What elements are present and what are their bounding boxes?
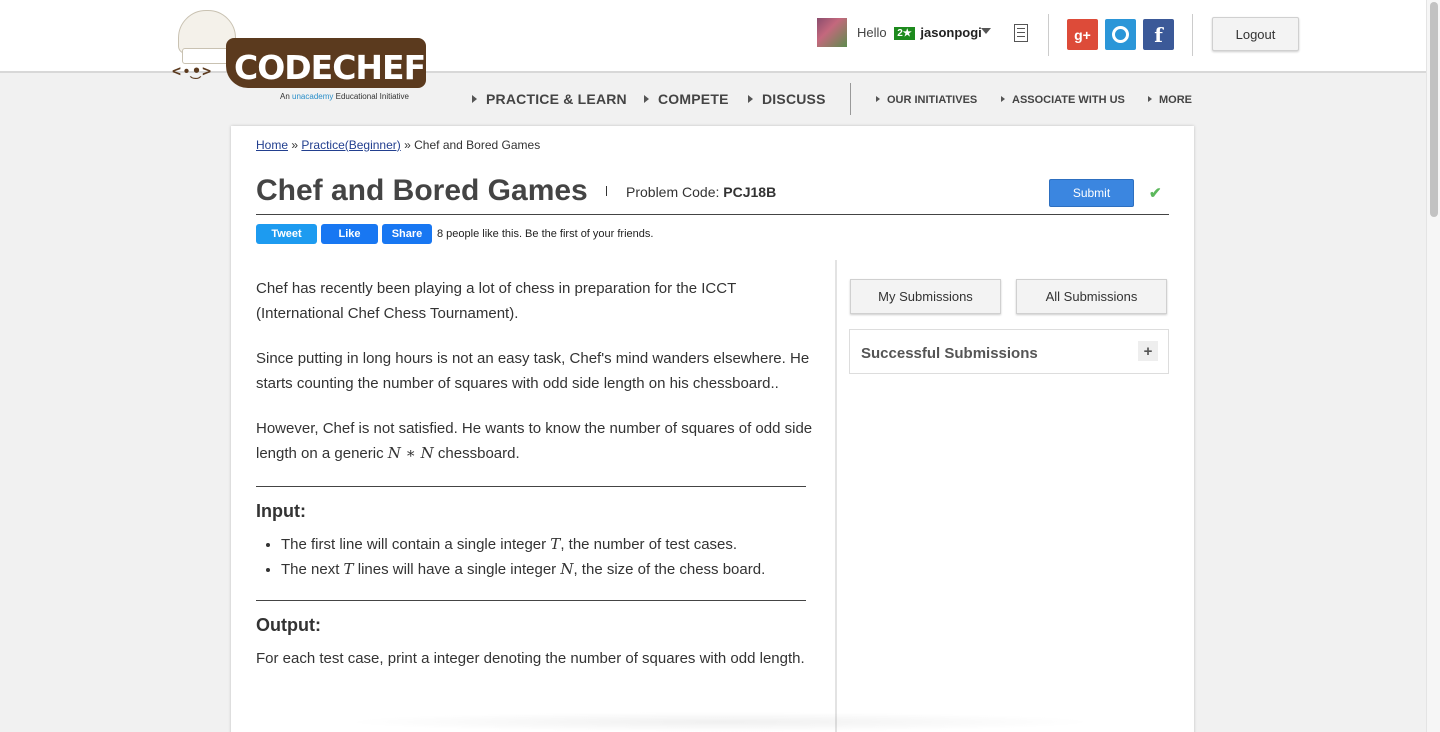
problem-card: Home » Practice(Beginner) » Chef and Bor… bbox=[231, 126, 1194, 732]
logout-button[interactable]: Logout bbox=[1212, 17, 1299, 51]
submit-button[interactable]: Submit bbox=[1049, 179, 1134, 207]
triangle-right-icon bbox=[472, 95, 477, 103]
tweet-button[interactable]: Tweet bbox=[256, 224, 317, 244]
expand-icon[interactable]: + bbox=[1138, 341, 1158, 361]
triangle-right-icon bbox=[748, 95, 753, 103]
list-item: The first line will contain a single int… bbox=[281, 532, 816, 557]
triangle-right-icon bbox=[644, 95, 649, 103]
divider bbox=[1192, 14, 1193, 56]
greeting-text: Hello bbox=[857, 25, 887, 40]
all-submissions-button[interactable]: All Submissions bbox=[1016, 279, 1167, 314]
github-icon[interactable] bbox=[1105, 19, 1136, 50]
divider bbox=[1048, 14, 1049, 56]
rating-badge: 2★ bbox=[894, 27, 915, 40]
like-count-text: 8 people like this. Be the first of your… bbox=[437, 228, 654, 240]
notes-icon[interactable] bbox=[1014, 24, 1028, 42]
chevron-down-icon[interactable] bbox=[981, 28, 991, 34]
problem-code: Problem Code: PCJ18B bbox=[626, 184, 777, 200]
logo-tagline: An unacademy Educational Initiative bbox=[280, 92, 410, 101]
logo-face: <•͜•> bbox=[172, 62, 213, 80]
section-divider bbox=[256, 486, 806, 487]
check-icon: ✔ bbox=[1149, 185, 1162, 202]
section-divider bbox=[256, 600, 806, 601]
username[interactable]: jasonpogi bbox=[920, 25, 981, 40]
codechef-logo[interactable]: <•͜•> CODECHEF An unacademy Educational … bbox=[172, 8, 432, 106]
title-divider bbox=[256, 214, 1169, 215]
breadcrumb: Home » Practice(Beginner) » Chef and Bor… bbox=[256, 138, 541, 152]
triangle-right-icon bbox=[1148, 96, 1152, 102]
statement-paragraph: However, Chef is not satisfied. He wants… bbox=[256, 420, 813, 462]
list-item: The next T lines will have a single inte… bbox=[281, 557, 816, 582]
triangle-right-icon bbox=[1001, 96, 1005, 102]
page-title: Chef and Bored Games bbox=[256, 174, 588, 207]
scrollbar[interactable] bbox=[1426, 0, 1440, 732]
avatar[interactable] bbox=[817, 18, 847, 47]
triangle-right-icon bbox=[876, 96, 880, 102]
statement-paragraph: Chef has recently been playing a lot of … bbox=[256, 280, 736, 322]
nav-more[interactable]: MORE bbox=[1148, 94, 1192, 106]
nav-compete[interactable]: COMPETE bbox=[644, 91, 729, 107]
user-greeting[interactable]: Hello 2★ jasonpogi bbox=[857, 25, 982, 40]
output-heading: Output: bbox=[256, 615, 321, 635]
column-divider bbox=[835, 260, 837, 732]
breadcrumb-practice[interactable]: Practice(Beginner) bbox=[301, 138, 400, 152]
panel-title: Successful Submissions bbox=[861, 345, 1038, 362]
nav-associate[interactable]: ASSOCIATE WITH US bbox=[1001, 94, 1125, 106]
nav-discuss[interactable]: DISCUSS bbox=[748, 91, 826, 107]
successful-submissions-panel[interactable]: Successful Submissions + bbox=[849, 329, 1169, 374]
nav-initiatives[interactable]: OUR INITIATIVES bbox=[876, 94, 977, 106]
logo-text: CODECHEF bbox=[234, 48, 426, 87]
facebook-icon[interactable]: f bbox=[1143, 19, 1174, 50]
my-submissions-button[interactable]: My Submissions bbox=[850, 279, 1001, 314]
scrollbar-thumb[interactable] bbox=[1430, 2, 1438, 217]
nav-practice[interactable]: PRACTICE & LEARN bbox=[472, 91, 627, 107]
problem-statement: Chef has recently been playing a lot of … bbox=[256, 276, 816, 691]
statement-paragraph: Since putting in long hours is not an ea… bbox=[256, 350, 810, 392]
breadcrumb-current: Chef and Bored Games bbox=[414, 138, 541, 152]
nav-divider bbox=[850, 83, 851, 115]
divider bbox=[606, 186, 607, 196]
google-plus-icon[interactable]: g+ bbox=[1067, 19, 1098, 50]
input-heading: Input: bbox=[256, 501, 306, 521]
facebook-like-button[interactable]: Like bbox=[321, 224, 378, 244]
breadcrumb-home[interactable]: Home bbox=[256, 138, 288, 152]
facebook-share-button[interactable]: Share bbox=[382, 224, 432, 244]
input-list: The first line will contain a single int… bbox=[281, 532, 816, 582]
statement-paragraph: For each test case, print a integer deno… bbox=[256, 650, 805, 667]
